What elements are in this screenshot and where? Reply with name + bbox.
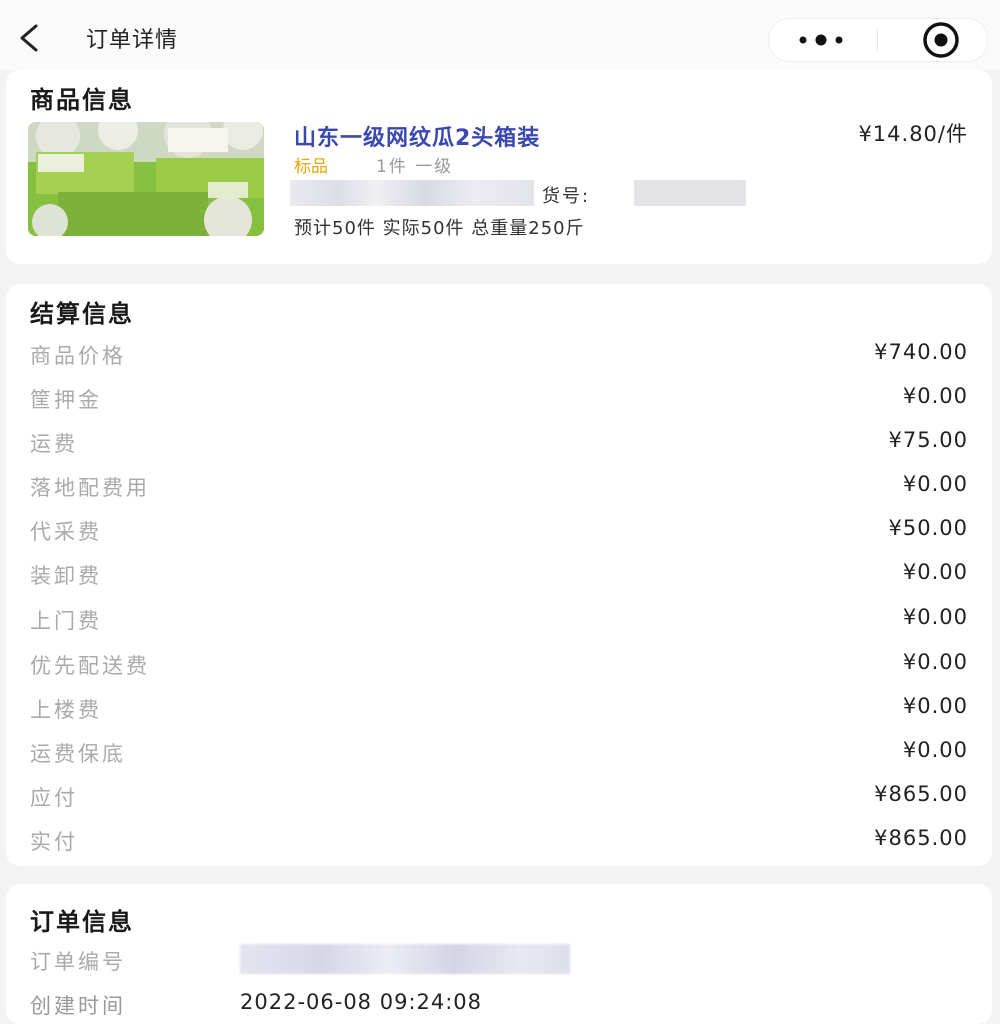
product-name[interactable]: 山东一级网纹瓜2头箱装 <box>294 120 540 152</box>
more-button[interactable] <box>769 19 877 61</box>
product-price: ¥14.80/件 <box>858 122 968 146</box>
fee-row: 落地配费用 ¥0.00 <box>30 472 968 506</box>
fee-label: 应付 <box>30 786 78 810</box>
fee-label: 装卸费 <box>30 564 102 588</box>
fee-value: ¥50.00 <box>888 516 968 540</box>
more-dots-icon <box>799 34 843 46</box>
amount-paid-row: 实付 ¥865.00 <box>30 826 968 860</box>
section-title-product: 商品信息 <box>30 86 134 114</box>
close-button[interactable] <box>879 19 987 61</box>
fee-value: ¥75.00 <box>888 428 968 452</box>
fee-label: 代采费 <box>30 520 102 544</box>
product-image[interactable] <box>28 122 264 236</box>
fee-value: ¥0.00 <box>902 560 968 584</box>
fee-label: 上楼费 <box>30 698 102 722</box>
fee-row: 商品价格 ¥740.00 <box>30 340 968 374</box>
fee-label: 优先配送费 <box>30 654 150 678</box>
target-circle-icon <box>923 22 959 58</box>
fee-value: ¥0.00 <box>902 384 968 408</box>
mini-program-capsule <box>768 18 988 62</box>
fee-row: 筐押金 ¥0.00 <box>30 384 968 418</box>
product-card: 商品信息 山东一级网纹瓜2头箱装 ¥14.80/件 标品 1件 一级 货号: 预… <box>6 70 992 264</box>
fee-row: 优先配送费 ¥0.00 <box>30 650 968 684</box>
created-time-value: 2022-06-08 09:24:08 <box>240 990 483 1014</box>
fee-value: ¥0.00 <box>902 650 968 674</box>
fee-row: 装卸费 ¥0.00 <box>30 560 968 594</box>
settlement-card: 结算信息 商品价格 ¥740.00 筐押金 ¥0.00 运费 ¥75.00 落地… <box>6 284 992 866</box>
fee-row: 运费 ¥75.00 <box>30 428 968 462</box>
page-title: 订单详情 <box>86 28 179 53</box>
fee-row: 运费保底 ¥0.00 <box>30 738 968 772</box>
fee-value: ¥0.00 <box>902 694 968 718</box>
fee-value: ¥865.00 <box>874 826 968 850</box>
fee-label: 实付 <box>30 830 78 854</box>
product-spec: 1件 一级 <box>376 157 454 177</box>
melon-box-picture <box>28 122 264 236</box>
fee-row: 上门费 ¥0.00 <box>30 605 968 639</box>
nav-bar: 订单详情 <box>0 6 1000 70</box>
fee-value: ¥0.00 <box>902 738 968 762</box>
created-time-label: 创建时间 <box>30 994 126 1018</box>
quantity-stats: 预计50件 实际50件 总重量250斤 <box>294 218 585 239</box>
amount-due-row: 应付 ¥865.00 <box>30 782 968 816</box>
redacted-field <box>290 180 534 206</box>
fee-label: 商品价格 <box>30 344 126 368</box>
redacted-item-number <box>634 180 746 206</box>
section-title-order: 订单信息 <box>30 908 134 936</box>
back-button[interactable] <box>14 18 44 58</box>
order-card: 订单信息 订单编号 创建时间 2022-06-08 09:24:08 <box>6 884 992 1024</box>
standard-tag: 标品 <box>294 157 328 177</box>
fee-label: 上门费 <box>30 609 102 633</box>
fee-row: 代采费 ¥50.00 <box>30 516 968 550</box>
capsule-divider <box>877 29 878 51</box>
section-title-settlement: 结算信息 <box>30 300 134 328</box>
chevron-left-icon <box>20 24 38 52</box>
fee-label: 落地配费用 <box>30 476 150 500</box>
fee-value: ¥740.00 <box>874 340 968 364</box>
fee-label: 筐押金 <box>30 388 102 412</box>
fee-value: ¥0.00 <box>902 472 968 496</box>
redacted-order-number <box>240 944 570 974</box>
fee-label: 运费保底 <box>30 742 126 766</box>
item-number-label: 货号: <box>542 186 591 207</box>
fee-value: ¥0.00 <box>902 605 968 629</box>
fee-row: 上楼费 ¥0.00 <box>30 694 968 728</box>
order-number-label: 订单编号 <box>30 950 126 974</box>
fee-label: 运费 <box>30 432 78 456</box>
fee-value: ¥865.00 <box>874 782 968 806</box>
